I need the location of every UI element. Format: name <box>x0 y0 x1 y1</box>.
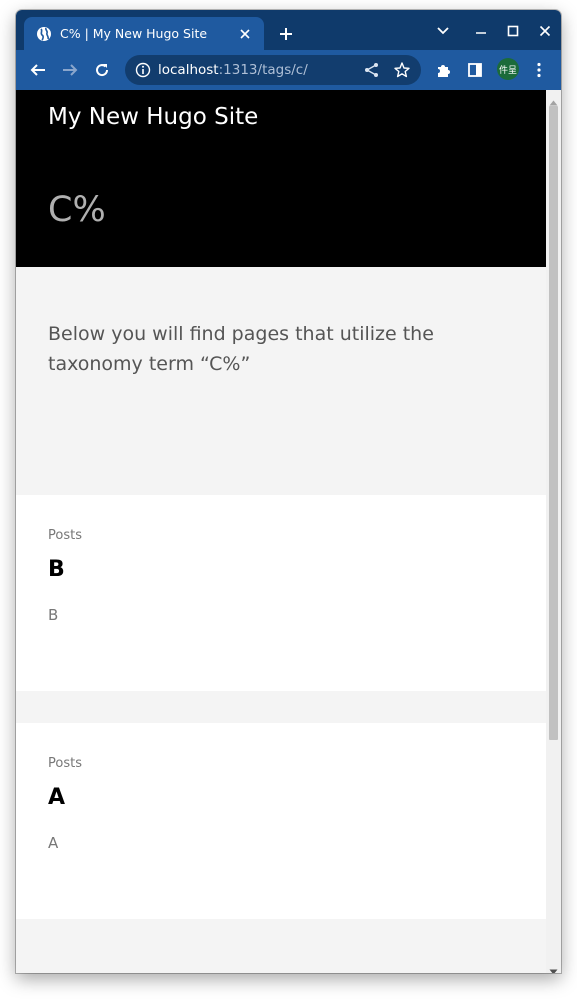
post-title-link[interactable]: B <box>48 557 65 582</box>
url-path: :1313/tags/c/ <box>218 62 308 78</box>
browser-toolbar: localhost:1313/tags/c/ 件呈 <box>16 50 561 90</box>
info-icon[interactable] <box>135 62 151 78</box>
window-close-icon[interactable] <box>531 19 559 43</box>
url-host: localhost <box>158 62 219 78</box>
star-icon[interactable] <box>393 61 411 79</box>
avatar[interactable]: 件呈 <box>497 58 519 80</box>
browser-window: C% | My New Hugo Site localhost:1313/tag… <box>16 10 561 973</box>
site-title-link[interactable]: My New Hugo Site <box>48 104 258 130</box>
post-summary: A <box>48 834 59 852</box>
site-header: My New Hugo Site C% <box>16 90 546 267</box>
puzzle-icon[interactable] <box>431 58 455 82</box>
post-card[interactable]: Posts A A <box>16 723 546 919</box>
minimize-icon[interactable] <box>467 19 495 43</box>
post-section-label: Posts <box>48 756 82 771</box>
back-arrow-icon[interactable] <box>26 58 50 82</box>
taxonomy-intro: Below you will find pages that utilize t… <box>48 323 434 375</box>
globe-icon <box>36 26 52 42</box>
forward-arrow-icon[interactable] <box>58 58 82 82</box>
address-bar[interactable]: localhost:1313/tags/c/ <box>125 55 421 85</box>
page-viewport: My New Hugo Site C% Below you will find … <box>16 90 546 973</box>
post-section-label: Posts <box>48 528 82 543</box>
page-title: C% <box>48 190 106 230</box>
tab-title: C% | My New Hugo Site <box>60 26 208 41</box>
scroll-down-arrow-icon[interactable] <box>549 961 558 973</box>
close-icon[interactable] <box>236 25 254 43</box>
scrollbar-thumb[interactable] <box>549 106 558 740</box>
share-icon[interactable] <box>363 61 381 79</box>
scroll-up-arrow-icon[interactable] <box>549 92 558 106</box>
post-title-link[interactable]: A <box>48 785 65 810</box>
sidepanel-icon[interactable] <box>463 58 487 82</box>
plus-icon[interactable] <box>274 22 298 46</box>
maximize-icon[interactable] <box>499 19 527 43</box>
tab-strip: C% | My New Hugo Site <box>16 10 561 50</box>
post-summary: B <box>48 606 59 624</box>
post-card[interactable]: Posts B B <box>16 495 546 691</box>
reload-icon[interactable] <box>90 58 114 82</box>
url-text[interactable]: localhost:1313/tags/c/ <box>158 62 308 78</box>
vertical-scrollbar[interactable] <box>546 90 561 973</box>
browser-tab[interactable]: C% | My New Hugo Site <box>24 17 264 50</box>
chevron-down-icon[interactable] <box>429 19 457 43</box>
kebab-menu-icon[interactable] <box>527 58 551 82</box>
